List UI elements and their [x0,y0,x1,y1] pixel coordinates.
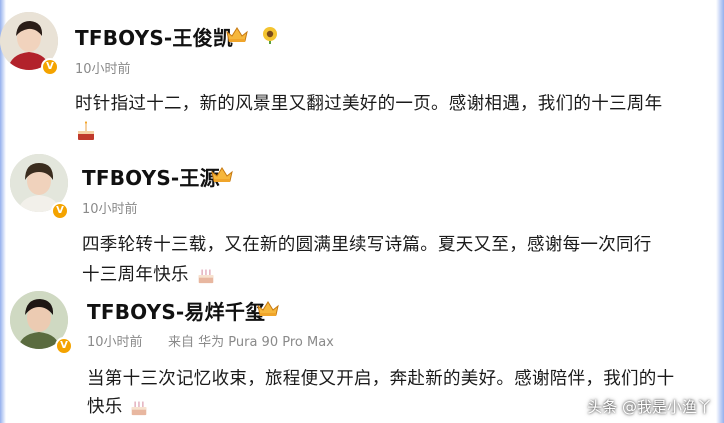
post-device: 来自 华为 Pura 90 Pro Max [168,335,334,350]
sunflower-icon [263,27,277,44]
post-time: 10小时前 [87,335,143,350]
cake-icon [78,121,94,140]
post-text-line2: 十三周年快乐 [82,261,217,286]
post-text-line1: 当第十三次记忆收束，旅程便又开启，奔赴新的美好。感谢陪伴，我们的十 [87,369,675,389]
frame-edge-right [716,0,724,423]
watermark: 头条 @我是小渔丫 [587,398,712,416]
post-time: 10小时前 [75,62,131,77]
author-name[interactable]: TFBOYS-王源 [82,162,220,191]
cake-icon [132,401,147,416]
author-name[interactable]: TFBOYS-王俊凯 [75,22,233,51]
verified-badge-icon: V [55,337,73,355]
screen: V TFBOYS-王俊凯 10小时前 时针指过十二，新的风景里又翻过美好的一页。… [0,0,724,423]
crown-member-icon [211,167,233,182]
post-time: 10小时前 [82,202,138,217]
post-text-line2: 快乐 [87,393,150,418]
verified-badge-icon: V [51,202,69,220]
author-name[interactable]: TFBOYS-易烊千玺 [87,296,265,325]
crown-member-icon [257,301,279,316]
post-text-line2-label: 十三周年快乐 [82,265,189,285]
post-text-line2-label: 快乐 [87,397,123,417]
crown-member-icon [226,27,248,42]
post-text-line1: 时针指过十二，新的风景里又翻过美好的一页。感谢相遇，我们的十三周年 [75,94,663,114]
frame-edge-left [0,0,6,423]
verified-badge-icon: V [41,58,59,76]
post-text-line1: 四季轮转十三载，又在新的圆满里续写诗篇。夏天又至，感谢每一次同行 [82,235,652,255]
cake-icon [198,269,213,284]
